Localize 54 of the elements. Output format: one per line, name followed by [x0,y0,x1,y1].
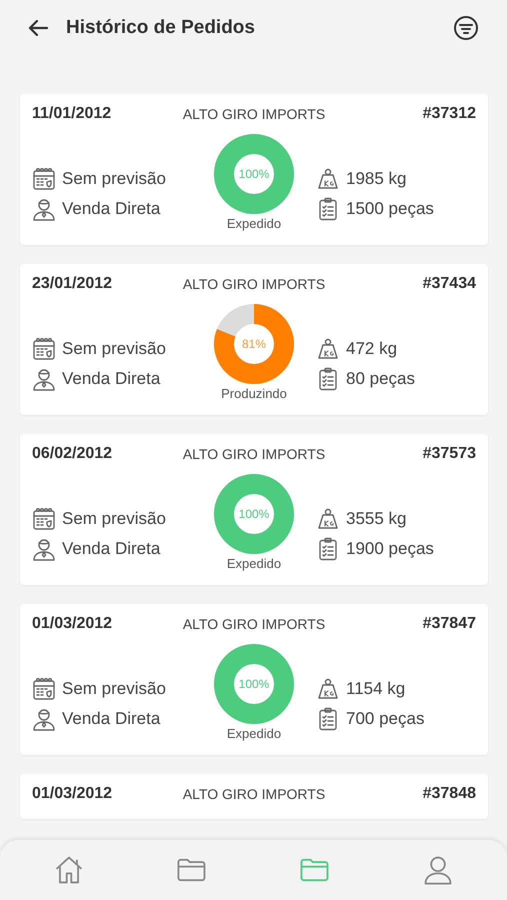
order-date: 23/01/2012 [32,275,114,293]
weight-icon [316,167,340,191]
pieces-text: 700 peças [346,709,424,729]
weight-icon [316,677,340,701]
percent-label: 100% [238,167,270,181]
person-icon [32,707,56,731]
weight-text: 1154 kg [346,679,406,699]
person-icon [32,197,56,221]
weight-text: 472 kg [346,339,398,359]
order-number: #37573 [422,445,476,463]
weight-icon [316,337,340,361]
forecast-text: Sem previsão [62,339,166,359]
person-icon [32,367,56,391]
pieces-text: 1900 peças [346,539,434,559]
sales-channel-text: Venda Direta [62,709,160,729]
calendar-icon [32,677,56,701]
calendar-icon [32,507,56,531]
status-label: Produzindo [221,386,287,401]
pieces-text: 1500 peças [346,199,434,219]
status-label: Expedido [226,556,282,571]
person-icon [32,537,56,561]
percent-label: 100% [238,507,270,521]
weight-text: 3555 kg [346,509,406,529]
percent-label: 100% [238,677,270,691]
client-name: ALTO GIRO IMPORTS [182,786,326,802]
pieces-text: 80 peças [346,369,415,389]
sales-channel-text: Venda Direta [62,369,160,389]
status-label: Expedido [226,216,282,231]
order-number: #37847 [422,615,476,633]
order-date: 06/02/2012 [32,445,114,463]
order-date: 01/03/2012 [32,785,114,803]
calendar-icon [32,337,56,361]
filter-icon [453,15,479,41]
client-name: ALTO GIRO IMPORTS [182,446,326,462]
forecast-text: Sem previsão [62,509,166,529]
calendar-icon [32,167,56,191]
sales-channel-text: Venda Direta [62,539,160,559]
page-title: Histórico de Pedidos [66,17,256,39]
status-label: Expedido [226,726,282,741]
order-date: 01/03/2012 [32,615,114,633]
order-number: #37848 [422,785,476,803]
client-name: ALTO GIRO IMPORTS [182,616,326,632]
order-date: 11/01/2012 [32,105,112,123]
client-name: ALTO GIRO IMPORTS [182,276,326,292]
order-number: #37434 [422,275,476,293]
percent-label: 81% [242,337,266,351]
weight-text: 1985 kg [346,169,406,189]
filter-button[interactable] [453,15,479,41]
order-number: #37312 [422,105,476,123]
weight-icon [316,507,340,531]
client-name: ALTO GIRO IMPORTS [182,106,326,122]
forecast-text: Sem previsão [62,169,166,189]
forecast-text: Sem previsão [62,679,166,699]
sales-channel-text: Venda Direta [62,199,160,219]
